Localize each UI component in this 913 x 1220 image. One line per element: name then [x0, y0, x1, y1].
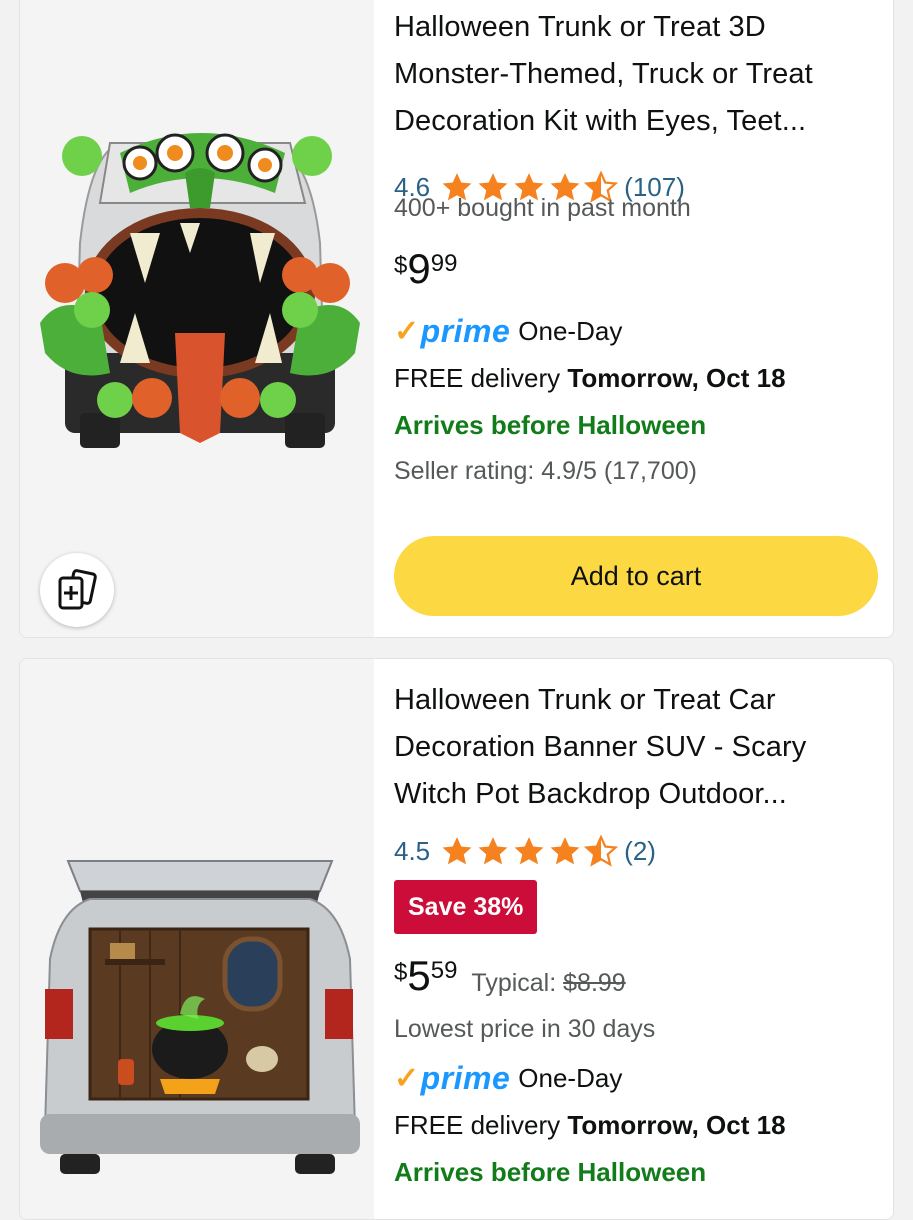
rating-row[interactable]: 4.5 (2) [394, 833, 656, 869]
product-card[interactable]: Halloween Trunk or Treat Car Decoration … [19, 658, 894, 1220]
bought-count: 400+ bought in past month [394, 194, 691, 222]
seller-rating: Seller rating: 4.9/5 (17,700) [394, 457, 697, 485]
delivery-info: FREE delivery Tomorrow, Oct 18 [394, 1110, 786, 1141]
prime-tier: One-Day [518, 1062, 623, 1093]
arrives-message: Arrives before Halloween [394, 1157, 707, 1187]
prime-tier: One-Day [518, 315, 623, 346]
prime-badge: ✓ prime One-Day [394, 311, 622, 351]
delivery-date: Tomorrow, Oct 18 [567, 1110, 786, 1140]
rating-count: (2) [624, 835, 656, 866]
save-badge: Save 38% [394, 880, 538, 934]
add-to-compare-icon [58, 569, 97, 610]
product-image[interactable] [20, 0, 374, 637]
arrives-message: Arrives before Halloween [394, 410, 707, 440]
prime-check-icon: ✓ [394, 1061, 420, 1095]
price-symbol: $ [394, 252, 408, 279]
product-card[interactable]: Halloween Trunk or Treat 3D Monster-Them… [19, 0, 894, 638]
star-rating [440, 834, 619, 868]
witch-pot-car-banner-image [40, 860, 360, 1174]
price: $ 9 99 [394, 246, 457, 292]
prime-logo: ✓ prime [394, 1060, 510, 1097]
price-fraction: 99 [430, 250, 458, 277]
delivery-prefix: FREE delivery [394, 1110, 561, 1140]
delivery-date: Tomorrow, Oct 18 [567, 363, 786, 393]
price-symbol: $ [394, 959, 408, 986]
star-full-icon [514, 836, 544, 864]
typical-label: Typical: [471, 969, 557, 997]
prime-logo: ✓ prime [394, 313, 510, 350]
star-full-icon [442, 836, 472, 864]
price-fraction: 59 [430, 957, 458, 984]
prime-wordmark: prime [420, 1059, 511, 1096]
delivery-info: FREE delivery Tomorrow, Oct 18 [394, 363, 786, 394]
price: $ 5 59 Typical: $8.99 [394, 953, 626, 999]
add-to-cart-button[interactable]: Add to cart [394, 536, 878, 616]
star-half-icon [584, 834, 619, 867]
rating-value: 4.5 [394, 835, 431, 866]
lowest-price-note: Lowest price in 30 days [394, 1015, 656, 1043]
star-full-icon [478, 836, 508, 864]
typical-price: Typical: $8.99 [471, 969, 625, 998]
delivery-prefix: FREE delivery [394, 363, 561, 393]
product-title[interactable]: Halloween Trunk or Treat 3D Monster-Them… [394, 4, 877, 145]
prime-badge: ✓ prime One-Day [394, 1058, 622, 1098]
product-title[interactable]: Halloween Trunk or Treat Car Decoration … [394, 677, 877, 818]
prime-wordmark: prime [420, 312, 511, 349]
price-whole: 5 [407, 952, 431, 999]
prime-check-icon: ✓ [394, 314, 420, 348]
price-whole: 9 [407, 245, 431, 292]
monster-trunk-decoration-image [40, 133, 360, 448]
typical-price-value: $8.99 [563, 969, 626, 997]
product-image[interactable] [20, 659, 374, 1219]
add-to-compare-button[interactable] [40, 553, 114, 627]
star-full-icon [550, 836, 580, 864]
